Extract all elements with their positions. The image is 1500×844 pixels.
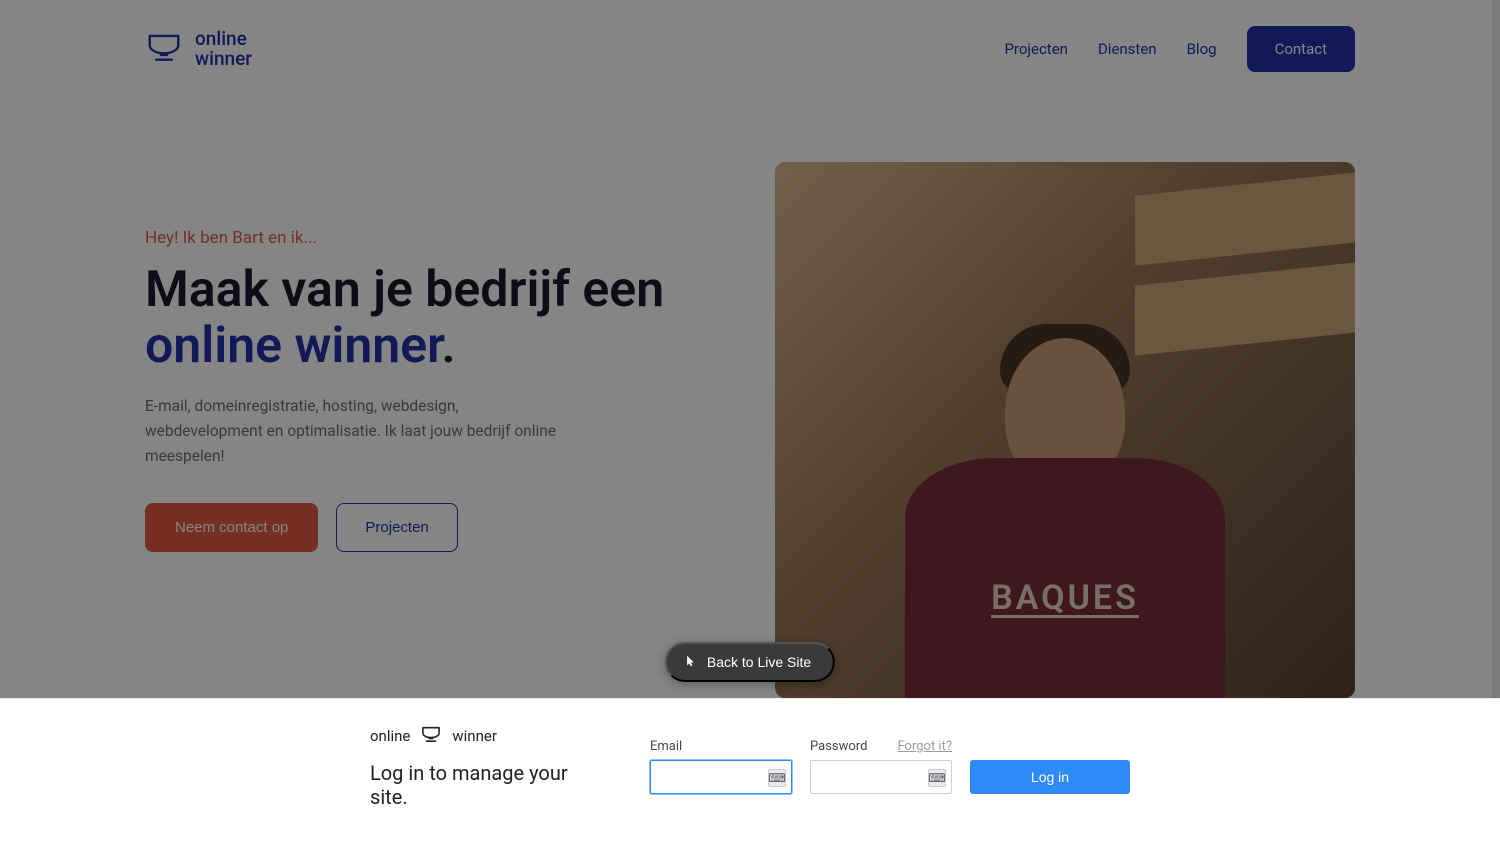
nav-link-diensten[interactable]: Diensten: [1098, 40, 1157, 58]
back-to-live-label: Back to Live Site: [707, 654, 811, 670]
hero-copy: Hey! Ik ben Bart en ik... Maak van je be…: [145, 162, 735, 698]
trophy-icon: [145, 31, 183, 67]
autofill-icon[interactable]: ⌨: [928, 769, 946, 787]
password-field-group: Password Forgot it? ⌨: [810, 739, 952, 794]
nav-link-projecten[interactable]: Projecten: [1004, 40, 1068, 58]
hero-image: BAQUES: [775, 162, 1355, 698]
login-logo-left: online: [370, 727, 410, 745]
login-bar: online winner Log in to manage your site…: [0, 698, 1500, 844]
brand-text-line1: online: [195, 29, 252, 49]
email-label: Email: [650, 739, 682, 754]
site-header: online winner Projecten Diensten Blog Co…: [0, 0, 1500, 98]
trophy-icon: [420, 725, 442, 747]
hero-title-plain: Maak van je bedrijf een: [145, 261, 664, 319]
brand-text-line2: winner: [195, 49, 252, 69]
login-logo-right: winner: [452, 727, 497, 745]
password-label: Password: [810, 739, 867, 754]
hero-title-suffix: .: [441, 317, 455, 375]
hero-person-graphic: BAQUES: [895, 318, 1235, 698]
background-site: online winner Projecten Diensten Blog Co…: [0, 0, 1500, 698]
hero-eyebrow: Hey! Ik ben Bart en ik...: [145, 228, 735, 248]
back-to-live-site-button[interactable]: Back to Live Site: [665, 642, 835, 682]
hero-title: Maak van je bedrijf een online winner.: [145, 262, 735, 374]
login-submit-button[interactable]: Log in: [970, 760, 1130, 794]
cta-contact-button[interactable]: Neem contact op: [145, 503, 318, 552]
cta-projects-button[interactable]: Projecten: [336, 503, 457, 552]
hero-section: Hey! Ik ben Bart en ik... Maak van je be…: [0, 98, 1500, 698]
cursor-icon: [685, 654, 697, 670]
email-field-group: Email ⌨: [650, 739, 792, 794]
hero-description: E-mail, domeinregistratie, hosting, webd…: [145, 394, 575, 468]
nav-contact-button[interactable]: Contact: [1247, 26, 1355, 72]
forgot-password-link[interactable]: Forgot it?: [897, 739, 952, 754]
primary-nav: Projecten Diensten Blog Contact: [1004, 26, 1355, 72]
nav-link-blog[interactable]: Blog: [1187, 40, 1217, 58]
brand-logo[interactable]: online winner: [145, 29, 252, 69]
login-brand-block: online winner Log in to manage your site…: [370, 725, 592, 809]
shirt-text: BAQUES: [991, 578, 1139, 618]
hero-cta-row: Neem contact op Projecten: [145, 503, 735, 552]
hero-title-accent: online winner: [145, 317, 441, 375]
vertical-scrollbar[interactable]: [1492, 0, 1500, 698]
login-form: Email ⌨ Password Forgot it? ⌨ Log in: [650, 739, 1130, 794]
autofill-icon[interactable]: ⌨: [768, 769, 786, 787]
login-logo: online winner: [370, 725, 592, 747]
login-message: Log in to manage your site.: [370, 761, 592, 809]
